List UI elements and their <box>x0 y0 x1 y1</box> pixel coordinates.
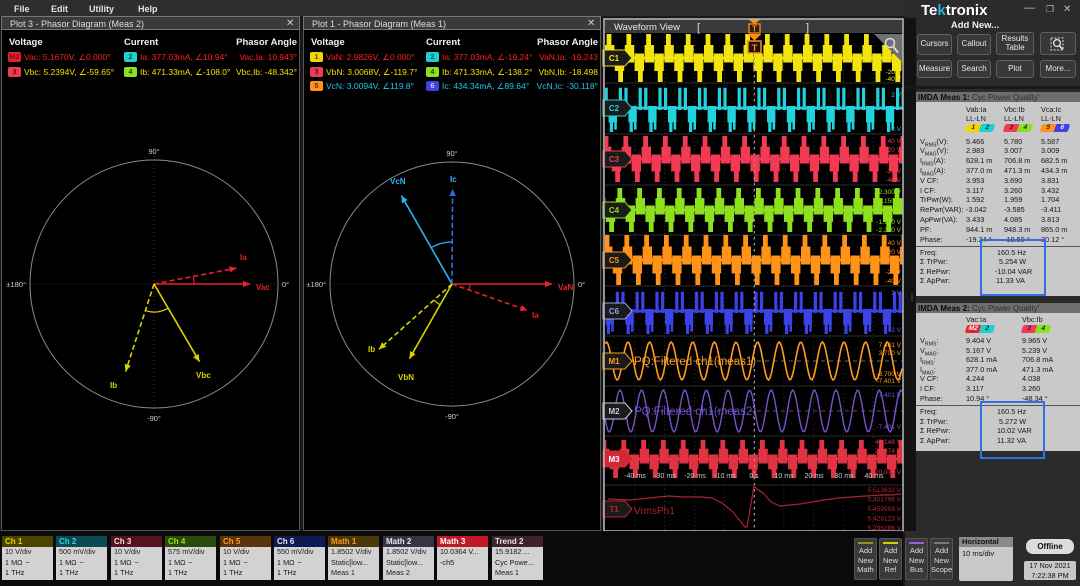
svg-text:20 ms: 20 ms <box>804 473 824 480</box>
svg-text:10 ms: 10 ms <box>774 473 794 480</box>
svg-text:C4: C4 <box>609 206 620 215</box>
svg-text:PQ:Filtered ch1(meas2): PQ:Filtered ch1(meas2) <box>634 406 756 418</box>
svg-text:C3: C3 <box>609 155 620 164</box>
svg-text:-40 ms: -40 ms <box>624 473 646 480</box>
svg-text:-7.401 V: -7.401 V <box>876 378 901 385</box>
svg-text:-20.074 V: -20.074 V <box>873 469 902 476</box>
svg-text:T: T <box>752 43 758 54</box>
svg-text:-40 V: -40 V <box>885 76 901 83</box>
svg-text:-40 V: -40 V <box>885 278 901 285</box>
svg-text:⋮: ⋮ <box>908 293 916 302</box>
svg-text:M3: M3 <box>608 455 620 464</box>
svg-text:-20 ms: -20 ms <box>684 473 706 480</box>
svg-text:M1: M1 <box>608 357 620 366</box>
svg-text:-7.401 V: -7.401 V <box>876 424 901 431</box>
svg-text:20.074 V: 20.074 V <box>875 448 902 455</box>
svg-text:C1: C1 <box>609 54 620 63</box>
svg-text:-30 ms: -30 ms <box>654 473 676 480</box>
svg-text:5.428123 V: 5.428123 V <box>868 516 902 523</box>
svg-text:[: [ <box>697 22 700 34</box>
svg-text:C6: C6 <box>609 307 620 316</box>
svg-text:PQ:Filtered ch1(meas1): PQ:Filtered ch1(meas1) <box>634 356 756 368</box>
svg-text:]: ] <box>806 22 809 34</box>
svg-text:VrmsPh1: VrmsPh1 <box>634 506 675 517</box>
svg-text:2 V: 2 V <box>891 290 901 297</box>
svg-text:40 V: 40 V <box>888 240 902 247</box>
svg-text:30 ms: 30 ms <box>834 473 854 480</box>
svg-text:5.513632 V: 5.513632 V <box>868 487 902 494</box>
svg-text:3.700 V: 3.700 V <box>879 350 902 357</box>
svg-text:20 V: 20 V <box>888 249 902 256</box>
svg-text:T1: T1 <box>609 505 619 514</box>
svg-text:-40 V: -40 V <box>885 177 901 184</box>
svg-text:T: T <box>752 25 757 34</box>
svg-text:5.459959 V: 5.459959 V <box>868 506 902 513</box>
svg-text:20 V: 20 V <box>888 147 902 154</box>
svg-text:-20 V: -20 V <box>885 168 901 175</box>
svg-text:7.401 V: 7.401 V <box>879 342 902 349</box>
svg-text:-2.300 V: -2.300 V <box>876 227 901 234</box>
svg-text:-10 ms: -10 ms <box>714 473 736 480</box>
svg-text:Waveform View: Waveform View <box>614 22 680 33</box>
svg-text:-20 V: -20 V <box>885 269 901 276</box>
svg-text:5.401796 V: 5.401796 V <box>868 497 902 504</box>
svg-text:-3.700 V: -3.700 V <box>876 371 901 378</box>
svg-text:1.150 V: 1.150 V <box>879 198 902 205</box>
svg-text:2.300 V: 2.300 V <box>879 189 902 196</box>
svg-text:C5: C5 <box>609 256 620 265</box>
svg-text:-2 V: -2 V <box>889 126 902 133</box>
svg-text:2 V: 2 V <box>891 92 901 99</box>
svg-text:40.148 V: 40.148 V <box>875 439 902 446</box>
svg-text:C2: C2 <box>609 104 620 113</box>
svg-text:40 V: 40 V <box>888 138 902 145</box>
svg-text:-1.150 V: -1.150 V <box>876 219 901 226</box>
svg-text:-20 V: -20 V <box>885 69 901 76</box>
svg-text:-2 V: -2 V <box>889 327 902 334</box>
svg-text:7.401 V: 7.401 V <box>879 392 902 399</box>
svg-text:M2: M2 <box>608 407 620 416</box>
